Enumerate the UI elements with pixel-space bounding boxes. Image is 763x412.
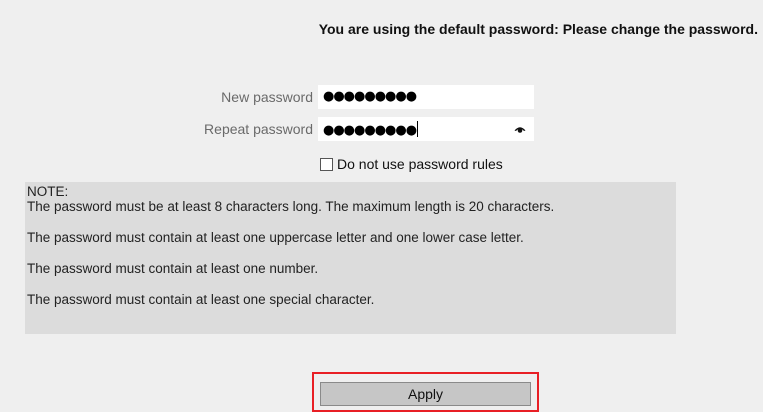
repeat-password-label: Repeat password [204, 121, 313, 137]
password-rules-label[interactable]: Do not use password rules [337, 156, 503, 172]
repeat-password-value: ●●●●●●●●● [323, 123, 417, 138]
new-password-field[interactable]: ●●●●●●●●● [318, 85, 534, 109]
note-title: NOTE: [27, 184, 69, 199]
password-rules-checkbox[interactable] [320, 157, 333, 171]
note-line: The password must contain at least one u… [27, 230, 524, 245]
password-requirements-note: NOTE: The password must be at least 8 ch… [25, 182, 676, 334]
note-line: The password must contain at least one s… [27, 292, 375, 307]
new-password-label: New password [221, 89, 313, 105]
password-rules-option: Do not use password rules [320, 155, 503, 173]
repeat-password-field[interactable]: ●●●●●●●●● [318, 117, 534, 141]
default-password-warning: You are using the default password: Plea… [318, 21, 758, 37]
new-password-value: ●●●●●●●●● [323, 89, 417, 104]
text-caret [417, 121, 419, 137]
apply-button-highlight: Apply [312, 372, 539, 412]
eye-icon[interactable] [514, 124, 526, 134]
note-line: The password must be at least 8 characte… [27, 199, 555, 214]
repeat-password-value-wrap: ●●●●●●●●● [323, 121, 419, 139]
note-line: The password must contain at least one n… [27, 261, 319, 276]
new-password-row: New password ●●●●●●●●● [0, 85, 763, 109]
apply-button[interactable]: Apply [320, 382, 531, 406]
repeat-password-row: Repeat password ●●●●●●●●● [0, 117, 763, 141]
